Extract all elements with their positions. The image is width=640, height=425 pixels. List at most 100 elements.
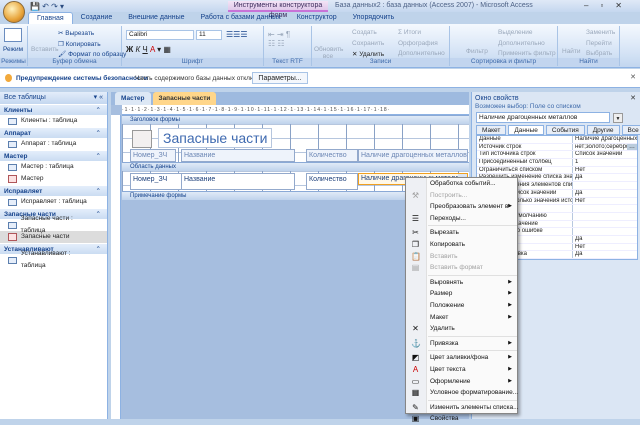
office-button[interactable] bbox=[3, 1, 25, 23]
property-value[interactable] bbox=[573, 228, 637, 235]
property-value[interactable] bbox=[573, 221, 637, 228]
property-row[interactable]: Ограничиться списком Нет bbox=[477, 166, 637, 175]
menu-item[interactable]: A Цвет текста ▶ bbox=[406, 364, 517, 376]
property-tab-0[interactable]: Макет bbox=[476, 125, 507, 135]
property-tab-2[interactable]: События bbox=[545, 125, 585, 135]
object-select[interactable]: Наличие драгоценных металлов ▼ bbox=[476, 112, 623, 123]
property-value[interactable]: Наличие драгоценных металлов bbox=[573, 136, 637, 143]
nav-item[interactable]: Клиенты : таблица bbox=[0, 115, 96, 127]
tab-database-tools[interactable]: Работа с базами данных bbox=[193, 12, 289, 24]
menu-item[interactable]: ✕ Удалить bbox=[406, 323, 517, 335]
property-row[interactable]: ДанныеНаличие драгоценных металлов bbox=[477, 136, 637, 144]
collapse-icon[interactable]: ⌃ bbox=[96, 244, 101, 255]
collapse-icon[interactable]: ⌃ bbox=[96, 151, 101, 162]
tab-external-data[interactable]: Внешние данные bbox=[120, 12, 192, 24]
menu-item[interactable]: ❐ Копировать bbox=[406, 239, 517, 251]
property-value[interactable] bbox=[573, 182, 637, 189]
nav-group-header[interactable]: Исправляет ⌃ bbox=[0, 185, 107, 196]
label-name[interactable]: Название bbox=[181, 149, 295, 162]
replace-button[interactable]: Заменить bbox=[586, 29, 615, 36]
collapse-icon[interactable]: ⌃ bbox=[96, 105, 101, 116]
find-button[interactable]: Найти bbox=[562, 48, 581, 55]
field-name[interactable]: Название bbox=[181, 173, 295, 190]
property-row[interactable]: Источник строк нет;золото;серебро;… bbox=[477, 143, 637, 152]
field-part-number[interactable]: Номер_ЗЧ bbox=[130, 173, 182, 190]
property-value[interactable]: Нет bbox=[573, 167, 637, 174]
align-buttons[interactable]: ☰☰☰ bbox=[226, 30, 248, 39]
advanced-filter-button[interactable]: Дополнительно bbox=[498, 40, 545, 47]
menu-item[interactable]: ✂ Вырезать bbox=[406, 227, 517, 239]
filter-button[interactable]: Фильтр bbox=[466, 48, 488, 55]
rtf-buttons[interactable]: ⇤ ⇥ ¶ ☷ ☷ bbox=[268, 30, 290, 48]
property-tab-1[interactable]: Данные bbox=[508, 125, 544, 135]
doc-tab-spare-parts[interactable]: Запасные части bbox=[152, 92, 217, 105]
menu-item[interactable]: Положение ▶ bbox=[406, 300, 517, 312]
property-value[interactable]: Да bbox=[573, 190, 637, 197]
doc-tab-master[interactable]: Мастер bbox=[115, 92, 151, 105]
property-tab-4[interactable]: Все bbox=[621, 125, 640, 135]
section-form-header[interactable]: Заголовок формы bbox=[122, 115, 469, 124]
nav-item[interactable]: Аппарат : таблица bbox=[0, 138, 96, 150]
collapse-icon[interactable]: ⌃ bbox=[96, 128, 101, 139]
format-painter-button[interactable]: 🖌 Формат по образцу bbox=[58, 50, 126, 58]
tab-arrange[interactable]: Упорядочить bbox=[345, 12, 403, 24]
quick-access-toolbar[interactable]: 💾 ↶ ↷ ▾ bbox=[30, 2, 64, 11]
property-tab-3[interactable]: Другие bbox=[586, 125, 620, 135]
format-buttons[interactable]: Ж К Ч A ▾ ▦ bbox=[126, 45, 171, 54]
menu-item[interactable]: ⚒ Построить... bbox=[406, 190, 517, 202]
property-value[interactable]: нет;золото;серебро; bbox=[573, 144, 627, 151]
nav-item[interactable]: Исправляет : таблица bbox=[0, 196, 96, 208]
mode-button[interactable]: Режим bbox=[3, 46, 23, 53]
property-value[interactable]: Да bbox=[573, 174, 637, 181]
menu-item[interactable]: ✎ Изменить элементы списка... bbox=[406, 402, 518, 414]
selection-button[interactable]: Выделение bbox=[498, 29, 532, 36]
label-precious-metals[interactable]: Наличие драгоценных металлов bbox=[358, 149, 468, 162]
font-size-select[interactable]: 11 bbox=[196, 30, 222, 40]
font-name-select[interactable]: Calibri bbox=[126, 30, 194, 40]
section-detail[interactable]: Область данных bbox=[122, 162, 469, 171]
menu-item[interactable]: Размер ▶ bbox=[406, 288, 517, 300]
property-value[interactable]: 1 bbox=[573, 159, 637, 166]
menu-item[interactable]: ◩ Цвет заливки/фона ▶ bbox=[406, 352, 517, 364]
menu-item[interactable]: 📋 Вставить bbox=[406, 251, 517, 263]
menu-item[interactable]: Обработка событий... bbox=[406, 178, 517, 190]
toggle-filter-button[interactable]: Применить фильтр bbox=[498, 50, 556, 57]
property-row[interactable]: Тип источника строк Список значений bbox=[477, 151, 637, 160]
nav-header[interactable]: Все таблицы ▾ « bbox=[0, 92, 107, 104]
tab-design[interactable]: Конструктор bbox=[289, 12, 345, 24]
paste-button[interactable]: Вставить bbox=[31, 46, 59, 53]
property-value[interactable]: Список значений bbox=[573, 151, 637, 158]
menu-item[interactable]: ⚓ Привязка ▶ bbox=[406, 338, 517, 350]
property-value[interactable] bbox=[573, 205, 637, 212]
cut-button[interactable]: ✂ Вырезать bbox=[58, 29, 94, 37]
property-value[interactable]: Нет bbox=[573, 244, 637, 251]
menu-item[interactable]: ☰ Переходы... bbox=[406, 213, 517, 225]
builder-button[interactable]: … bbox=[627, 143, 637, 151]
nav-item[interactable]: Мастер : таблица bbox=[0, 161, 96, 173]
menu-item[interactable]: ▭ Оформление ▶ bbox=[406, 376, 517, 388]
menu-item[interactable]: Преобразовать элемент в ▶ bbox=[406, 201, 517, 213]
form-title-label[interactable]: Запасные части bbox=[158, 128, 273, 148]
field-quantity[interactable]: Количество bbox=[306, 173, 358, 190]
select-button[interactable]: Выбрать bbox=[586, 50, 612, 57]
delete-record-button[interactable]: ✕ Удалить bbox=[352, 50, 384, 58]
goto-button[interactable]: Перейти bbox=[586, 40, 612, 47]
chevron-down-icon[interactable]: ▼ bbox=[613, 113, 623, 123]
property-value[interactable]: Нет bbox=[573, 198, 637, 205]
totals-button[interactable]: Σ Итоги bbox=[398, 29, 421, 36]
more-button[interactable]: Дополнительно bbox=[398, 50, 445, 57]
new-record-button[interactable]: Создать bbox=[352, 29, 377, 36]
window-controls[interactable]: –▫✕ bbox=[584, 1, 634, 10]
copy-button[interactable]: ❐ Копировать bbox=[58, 40, 101, 48]
label-part-number[interactable]: Номер_ЗЧ bbox=[130, 149, 176, 162]
tab-create[interactable]: Создание bbox=[73, 12, 121, 24]
nav-item[interactable]: Запасные части : таблица bbox=[0, 215, 96, 234]
nav-group-header[interactable]: Клиенты ⌃ bbox=[0, 104, 107, 115]
property-value[interactable]: Да bbox=[573, 251, 637, 258]
close-warning-icon[interactable]: ✕ bbox=[630, 73, 636, 81]
property-value[interactable] bbox=[573, 213, 637, 220]
nav-item[interactable]: Мастер bbox=[0, 173, 107, 185]
save-record-button[interactable]: Сохранить bbox=[352, 40, 384, 47]
menu-item[interactable]: Выровнять ▶ bbox=[406, 277, 517, 289]
collapse-icon[interactable]: ⌃ bbox=[96, 186, 101, 197]
